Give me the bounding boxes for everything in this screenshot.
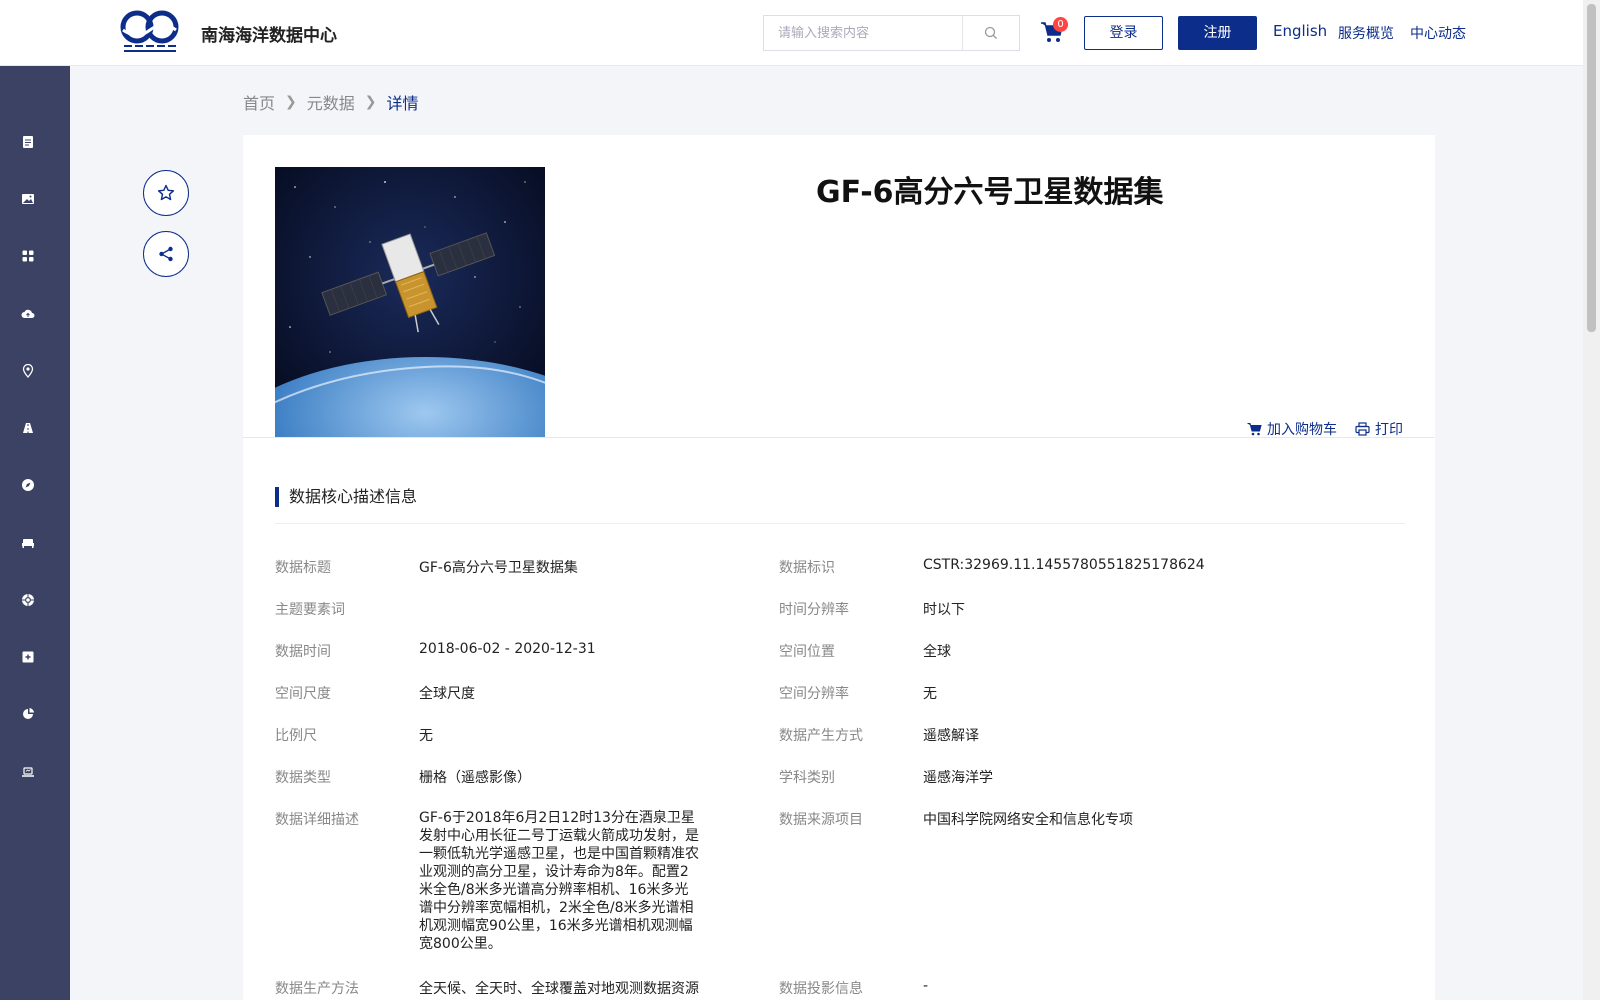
document-icon[interactable] xyxy=(21,135,35,149)
field-label-spatial-location: 空间位置 xyxy=(779,644,835,660)
image-icon[interactable] xyxy=(21,192,35,206)
field-label-data-type: 数据类型 xyxy=(275,770,331,786)
field-label-keywords: 主题要素词 xyxy=(275,602,345,618)
cart-icon xyxy=(1247,423,1262,436)
field-label-spatial-scale: 空间尺度 xyxy=(275,686,331,702)
left-sidebar xyxy=(0,66,70,1000)
register-button[interactable]: 注册 xyxy=(1178,16,1257,50)
compass-icon[interactable] xyxy=(21,478,35,492)
road-icon[interactable] xyxy=(21,421,35,435)
field-value-spatial-location: 全球 xyxy=(923,644,951,660)
pie-chart-icon[interactable] xyxy=(21,707,35,721)
print-button[interactable]: 打印 xyxy=(1355,419,1403,439)
add-to-cart-button[interactable]: 加入购物车 xyxy=(1247,419,1337,439)
field-value-discipline: 遥感海洋学 xyxy=(923,770,993,786)
chevron-right-icon: ❯ xyxy=(364,94,377,110)
field-label-source-project: 数据来源项目 xyxy=(779,812,863,828)
print-label: 打印 xyxy=(1375,422,1403,438)
nav-service-overview-link[interactable]: 服务概览 xyxy=(1338,23,1394,43)
field-value-time-resolution: 时以下 xyxy=(923,602,965,618)
search-button[interactable] xyxy=(962,16,1019,50)
field-value-spatial-scale: 全球尺度 xyxy=(419,686,475,702)
field-value-production-method: 全天候、全天时、全球覆盖对地观测数据资源 xyxy=(419,981,699,997)
scrollbar-thumb[interactable] xyxy=(1587,4,1596,332)
login-button[interactable]: 登录 xyxy=(1084,16,1163,50)
field-label-description: 数据详细描述 xyxy=(275,812,359,828)
search-box xyxy=(763,15,1020,51)
dataset-title: GF-6高分六号卫星数据集 xyxy=(816,175,1164,210)
field-label-discipline: 学科类别 xyxy=(779,770,835,786)
favorite-button[interactable] xyxy=(143,170,189,216)
field-value-spatial-resolution: 无 xyxy=(923,686,937,702)
field-label-data-id: 数据标识 xyxy=(779,560,835,576)
field-value-scale: 无 xyxy=(419,728,433,744)
field-value-generation-method: 遥感解译 xyxy=(923,728,979,744)
field-label-spatial-resolution: 空间分辨率 xyxy=(779,686,849,702)
breadcrumb-metadata-link[interactable]: 元数据 xyxy=(307,90,355,114)
plus-square-icon[interactable] xyxy=(21,650,35,664)
laptop-icon[interactable] xyxy=(21,765,35,779)
star-icon xyxy=(157,184,175,201)
field-label-data-title: 数据标题 xyxy=(275,560,331,576)
breadcrumb: 首页 ❯ 元数据 ❯ 详情 xyxy=(243,90,419,114)
location-pin-icon[interactable] xyxy=(21,364,35,378)
field-label-time-resolution: 时间分辨率 xyxy=(779,602,849,618)
search-input[interactable] xyxy=(764,16,962,50)
field-label-scale: 比例尺 xyxy=(275,728,317,744)
field-label-data-time: 数据时间 xyxy=(275,644,331,660)
printer-icon xyxy=(1355,422,1370,436)
bed-icon[interactable] xyxy=(21,536,35,550)
field-label-projection: 数据投影信息 xyxy=(779,981,863,997)
field-value-data-title: GF-6高分六号卫星数据集 xyxy=(419,560,578,576)
share-icon xyxy=(159,246,173,262)
cart-button[interactable]: 0 xyxy=(1040,17,1068,46)
chevron-right-icon: ❯ xyxy=(285,94,297,110)
section-title: 数据核心描述信息 xyxy=(275,487,417,507)
field-value-source-project: 中国科学院网络安全和信息化专项 xyxy=(923,812,1133,828)
section-divider xyxy=(275,523,1405,524)
field-value-description: GF-6于2018年6月2日12时13分在酒泉卫星发射中心用长征二号丁运载火箭成… xyxy=(419,810,699,952)
field-label-production-method: 数据生产方法 xyxy=(275,981,359,997)
nav-center-news-link[interactable]: 中心动态 xyxy=(1410,23,1466,43)
field-label-generation-method: 数据产生方式 xyxy=(779,728,863,744)
share-button[interactable] xyxy=(143,231,189,277)
dataset-cover-image xyxy=(275,167,545,437)
cloud-upload-icon[interactable] xyxy=(21,307,35,321)
dataset-actions: 加入购物车 打印 xyxy=(1247,419,1403,439)
field-value-projection: - xyxy=(923,978,929,994)
grid-icon[interactable] xyxy=(21,249,35,263)
add-to-cart-label: 加入购物车 xyxy=(1267,422,1337,438)
page-scrollbar[interactable] xyxy=(1583,0,1600,1000)
site-logo[interactable] xyxy=(120,8,180,54)
field-value-data-id: CSTR:32969.11.1455780551825178624 xyxy=(923,557,1205,573)
top-header: 南海海洋数据中心 0 登录 注册 English 服务概览 中心动态 xyxy=(0,0,1583,66)
field-value-data-time: 2018-06-02 - 2020-12-31 xyxy=(419,641,596,657)
breadcrumb-home-link[interactable]: 首页 xyxy=(243,90,275,114)
search-icon xyxy=(984,26,997,39)
dataset-detail-card: GF-6高分六号卫星数据集 加入购物车 打印 数据核心描述信息 数据标题 GF-… xyxy=(243,135,1435,1000)
site-name: 南海海洋数据中心 xyxy=(201,26,337,46)
header-divider xyxy=(243,437,1435,438)
nav-english-link[interactable]: English xyxy=(1273,22,1327,40)
field-value-data-type: 栅格（遥感影像） xyxy=(419,770,531,786)
breadcrumb-current: 详情 xyxy=(386,94,419,113)
globe-icon[interactable] xyxy=(21,593,35,607)
cart-count-badge: 0 xyxy=(1053,17,1068,32)
